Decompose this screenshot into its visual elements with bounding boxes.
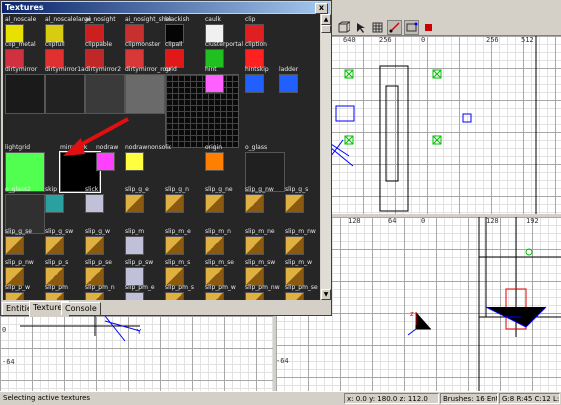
- texture-swatch: [279, 74, 298, 93]
- texture-swatch: [45, 194, 64, 213]
- texture-swatch: [125, 74, 165, 114]
- status-grid: G:8 R:45 C:12 L:MR: [499, 393, 560, 404]
- texture-swatch: [245, 74, 264, 93]
- texture-swatch: [245, 194, 264, 213]
- vertex-icon[interactable]: [404, 20, 419, 35]
- texture-swatch: [85, 194, 104, 213]
- texture-swatch: [205, 236, 224, 255]
- window-title: Textures: [5, 3, 44, 12]
- texture-label: slip_g_s: [285, 186, 309, 193]
- scale-icon[interactable]: [421, 20, 436, 35]
- toolbar: [331, 18, 561, 36]
- texture-swatch: [5, 236, 24, 255]
- texture-swatch: [125, 292, 144, 300]
- texture-label: slip_m_nw: [285, 228, 316, 235]
- texture-swatch: [165, 194, 184, 213]
- texture-label: cliption: [245, 41, 267, 48]
- svg-text:z: z: [410, 310, 414, 318]
- texture-swatch: [245, 292, 264, 300]
- texture-label: ladder: [279, 66, 299, 73]
- texture-label: slip_m_w: [285, 259, 313, 266]
- texture-swatch: [165, 74, 239, 148]
- texture-label: lightgrid: [5, 144, 31, 151]
- status-counts: Brushes: 16 Entities: 6: [440, 393, 498, 404]
- texture-swatch: [45, 236, 64, 255]
- status-coords: x: 0.0 y: 180.0 z: 112.0: [344, 393, 439, 404]
- svg-text:Y: Y: [136, 328, 142, 336]
- texture-swatch: [96, 152, 115, 171]
- texture-swatch: [125, 152, 144, 171]
- tab-console[interactable]: Console: [61, 302, 101, 315]
- texture-label: o_glass: [245, 144, 268, 151]
- texture-swatch: [205, 152, 224, 171]
- texture-swatch: [285, 292, 304, 300]
- status-bar: Selecting active textures x: 0.0 y: 180.…: [0, 391, 561, 405]
- texture-swatch: [85, 236, 104, 255]
- texture-swatch: [85, 292, 104, 300]
- select-icon[interactable]: [353, 20, 368, 35]
- texture-swatch: [205, 292, 224, 300]
- window-titlebar[interactable]: Textures x: [2, 2, 330, 14]
- texture-swatch: [125, 236, 144, 255]
- scroll-down-button[interactable]: ▼: [321, 289, 331, 300]
- xz-view[interactable]: Y 0 -64: [0, 316, 273, 391]
- scroll-thumb[interactable]: [321, 25, 331, 33]
- texture-swatch: [285, 236, 304, 255]
- grid-icon[interactable]: [370, 20, 385, 35]
- texture-browser[interactable]: al_noscale al_noscalelarge ai_nosight ai_no…: [3, 14, 320, 300]
- texture-swatch: [45, 292, 64, 300]
- texture-swatch: [5, 292, 24, 300]
- cube-icon[interactable]: [336, 20, 352, 35]
- texture-swatch: [5, 74, 45, 114]
- texture-swatch: [245, 236, 264, 255]
- texture-swatch: [165, 292, 184, 300]
- xy-view[interactable]: 640 256 0 256 512: [331, 36, 561, 214]
- texture-swatch: [85, 74, 125, 114]
- texture-swatch: [205, 194, 224, 213]
- texture-label: slip_pm_se: [285, 284, 318, 291]
- close-button[interactable]: x: [315, 3, 328, 14]
- clipper-icon[interactable]: [387, 20, 402, 35]
- texture-scrollbar[interactable]: ▲ ▼: [321, 14, 331, 300]
- status-message: Selecting active textures: [3, 394, 91, 402]
- texture-swatch: [285, 194, 304, 213]
- texture-label: clip: [245, 16, 256, 23]
- texture-swatch: [45, 74, 85, 114]
- texture-label: nodrawnonsolid: [125, 144, 171, 151]
- texture-swatch: [125, 194, 144, 213]
- texture-swatch: [165, 236, 184, 255]
- texture-swatch: [205, 74, 224, 93]
- scroll-up-button[interactable]: ▲: [321, 14, 331, 25]
- textures-window: Textures x al_noscale al_noscalelarge ai_n…: [0, 0, 332, 317]
